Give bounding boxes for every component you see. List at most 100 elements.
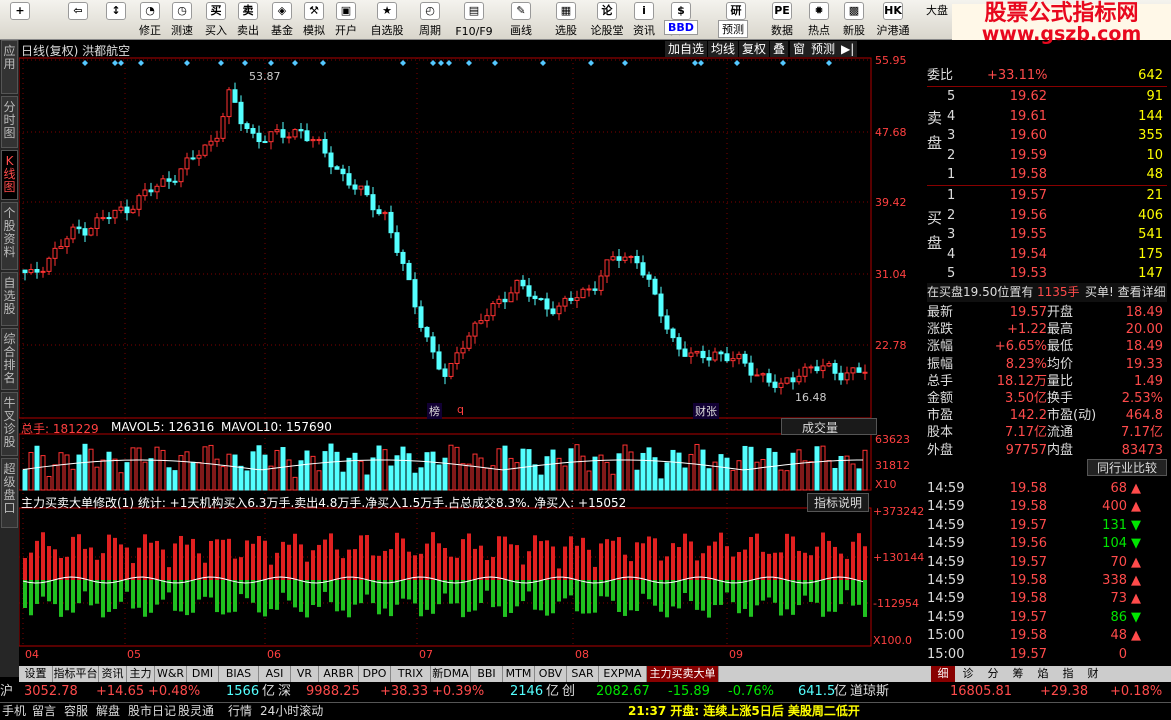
- industry-compare-button[interactable]: 同行业比较: [1087, 459, 1167, 476]
- toolbar-button-lock[interactable]: ▣ 开户: [330, 0, 362, 40]
- buy-bar: [437, 543, 441, 580]
- toolbar-button-clock[interactable]: ◷ 测速: [166, 0, 198, 40]
- toolbar-button-newstock[interactable]: ▩ 新股: [838, 0, 870, 40]
- sell-bar: [863, 580, 867, 617]
- indicator-tab[interactable]: OBV: [535, 666, 567, 682]
- sidebar-tab[interactable]: K线图: [1, 150, 18, 200]
- index-change: +14.65: [96, 684, 145, 699]
- candle-body: [76, 226, 82, 230]
- toolbar-button-grid[interactable]: +: [2, 0, 38, 40]
- indicator-tab[interactable]: 指标平台: [53, 666, 99, 682]
- buy-bar: [563, 546, 567, 580]
- indicator-tab[interactable]: BIAS: [219, 666, 259, 682]
- indicator-tab[interactable]: DPO: [359, 666, 391, 682]
- event-marker[interactable]: q: [457, 403, 464, 416]
- chart-nav-button[interactable]: 复权: [739, 41, 770, 57]
- indicator-tab[interactable]: W&R: [155, 666, 187, 682]
- chart-nav-button[interactable]: 叠: [770, 41, 789, 57]
- event-marker[interactable]: 财张: [693, 403, 719, 419]
- indicator-tab[interactable]: EXPMA: [599, 666, 647, 682]
- toolbar-button-hot[interactable]: ✹ 热点: [804, 0, 834, 40]
- indicator-tab[interactable]: VR: [291, 666, 319, 682]
- toolbar-button-pen[interactable]: ✎ 画线: [500, 0, 542, 40]
- chart-nav-button[interactable]: 预测: [808, 41, 839, 57]
- quote-tab[interactable]: 诊: [956, 666, 980, 682]
- toolbar-button-f10[interactable]: ▤ F10/F9: [452, 0, 496, 40]
- status-link[interactable]: 解盘: [96, 703, 120, 720]
- sell-bar: [749, 580, 753, 617]
- volume-dropdown[interactable]: 成交量: [781, 418, 877, 435]
- status-link[interactable]: 股灵通: [178, 703, 214, 720]
- indicator-tab[interactable]: 资讯: [99, 666, 127, 682]
- toolbar-button-info[interactable]: i 资讯: [628, 0, 660, 40]
- toolbar-button-updown-arrow[interactable]: ↕: [100, 0, 132, 40]
- sidebar-tab[interactable]: 分时图: [1, 96, 18, 148]
- chart-nav-button[interactable]: 均线: [708, 41, 739, 57]
- status-link[interactable]: 手机: [2, 703, 26, 720]
- candle-body: [568, 297, 574, 301]
- toolbar-button-fund[interactable]: ◈ 基金: [266, 0, 298, 40]
- indicator-tab[interactable]: 主力买卖大单修改: [647, 666, 719, 696]
- chart-nav-button[interactable]: 加自选: [665, 41, 708, 57]
- sidebar-tab[interactable]: 自选股: [1, 272, 18, 326]
- toolbar-button-buy[interactable]: 买买入: [200, 0, 232, 40]
- toolbar-button-back-arrow[interactable]: ⇦: [60, 0, 96, 40]
- bbd-button[interactable]: BBD: [664, 20, 698, 35]
- next-icon[interactable]: ▶|: [838, 41, 858, 57]
- toolbar-button-star[interactable]: ★ 自选股: [366, 0, 408, 40]
- sidebar-tab[interactable]: 牛叉诊股: [1, 392, 18, 456]
- left-sidebar: 应用分时图 K线图个股资料自选股综合排名牛叉诊股超级盘口: [0, 40, 19, 677]
- sidebar-tab[interactable]: 综合排名: [1, 328, 18, 390]
- indicator-tab[interactable]: TRIX: [391, 666, 431, 682]
- indicator-tab[interactable]: 主力: [127, 666, 155, 682]
- toolbar-button-screen[interactable]: ▦ 选股: [546, 0, 586, 40]
- status-link[interactable]: 留言: [32, 703, 56, 720]
- buy-bar: [371, 555, 375, 580]
- quote-tab[interactable]: 筹: [1006, 666, 1030, 682]
- volume-bar: [292, 476, 298, 491]
- quote-tab[interactable]: 财: [1081, 666, 1105, 682]
- indicator-help-button[interactable]: 指标说明: [807, 493, 870, 512]
- chart-nav-button[interactable]: 窗: [790, 41, 809, 57]
- event-marker[interactable]: 榜: [427, 403, 442, 419]
- forecast-button[interactable]: 预测: [718, 20, 748, 38]
- toolbar-button-data[interactable]: PE 数据: [764, 0, 800, 40]
- dapan-button[interactable]: 大盘: [926, 2, 948, 18]
- indicator-tab[interactable]: SAR: [567, 666, 599, 682]
- sell-bar: [221, 580, 225, 615]
- status-link[interactable]: 行情: [228, 703, 252, 720]
- quote-tab[interactable]: 指: [1056, 666, 1080, 682]
- tick-volume: 104: [1102, 536, 1127, 552]
- volume-bar: [538, 474, 544, 491]
- sell-bar: [257, 580, 261, 613]
- indicator-tab[interactable]: ASI: [259, 666, 291, 682]
- toolbar-button-refresh[interactable]: ◔ 修正: [134, 0, 166, 40]
- status-link[interactable]: 股市日记: [128, 703, 176, 720]
- indicator-tab[interactable]: MTM: [503, 666, 535, 682]
- toolbar-button-sell[interactable]: 卖卖出: [232, 0, 264, 40]
- volume-bar: [124, 462, 130, 491]
- news-ticker[interactable]: 21:37 开盘: 连续上涨5日后 美股周二低开: [628, 703, 860, 720]
- buy-bar: [71, 536, 75, 580]
- status-link[interactable]: 容服: [64, 703, 88, 720]
- quote-tab[interactable]: 焰: [1031, 666, 1055, 682]
- indicator-tab[interactable]: 设置: [19, 666, 53, 682]
- indicator-tab[interactable]: DMI: [187, 666, 219, 682]
- quote-tab[interactable]: 分: [981, 666, 1005, 682]
- notice-row[interactable]: 在买盘19.50位置有 1135手 买单! 查看详细: [927, 283, 1167, 302]
- indicator-tab[interactable]: ARBR: [319, 666, 359, 682]
- candle-body: [826, 363, 832, 367]
- indicator-tab[interactable]: 新DMA: [431, 666, 471, 682]
- sidebar-tab[interactable]: 应用: [1, 40, 18, 94]
- quote-tab[interactable]: 细: [931, 666, 955, 682]
- sidebar-tab[interactable]: 超级盘口: [1, 458, 18, 528]
- toolbar-button-hk[interactable]: HK 沪港通: [874, 0, 912, 40]
- indicator-tab[interactable]: BBI: [471, 666, 503, 682]
- candle-body: [598, 275, 604, 291]
- sidebar-tab[interactable]: 个股资料: [1, 202, 18, 270]
- toolbar-button-period[interactable]: ◴ 周期: [410, 0, 450, 40]
- toolbar-button-forum[interactable]: 论论股堂: [588, 0, 626, 40]
- status-link[interactable]: 24小时滚动: [260, 703, 323, 720]
- toolbar-button-hammer[interactable]: ⚒ 模拟: [298, 0, 330, 40]
- sell-bar: [677, 580, 681, 609]
